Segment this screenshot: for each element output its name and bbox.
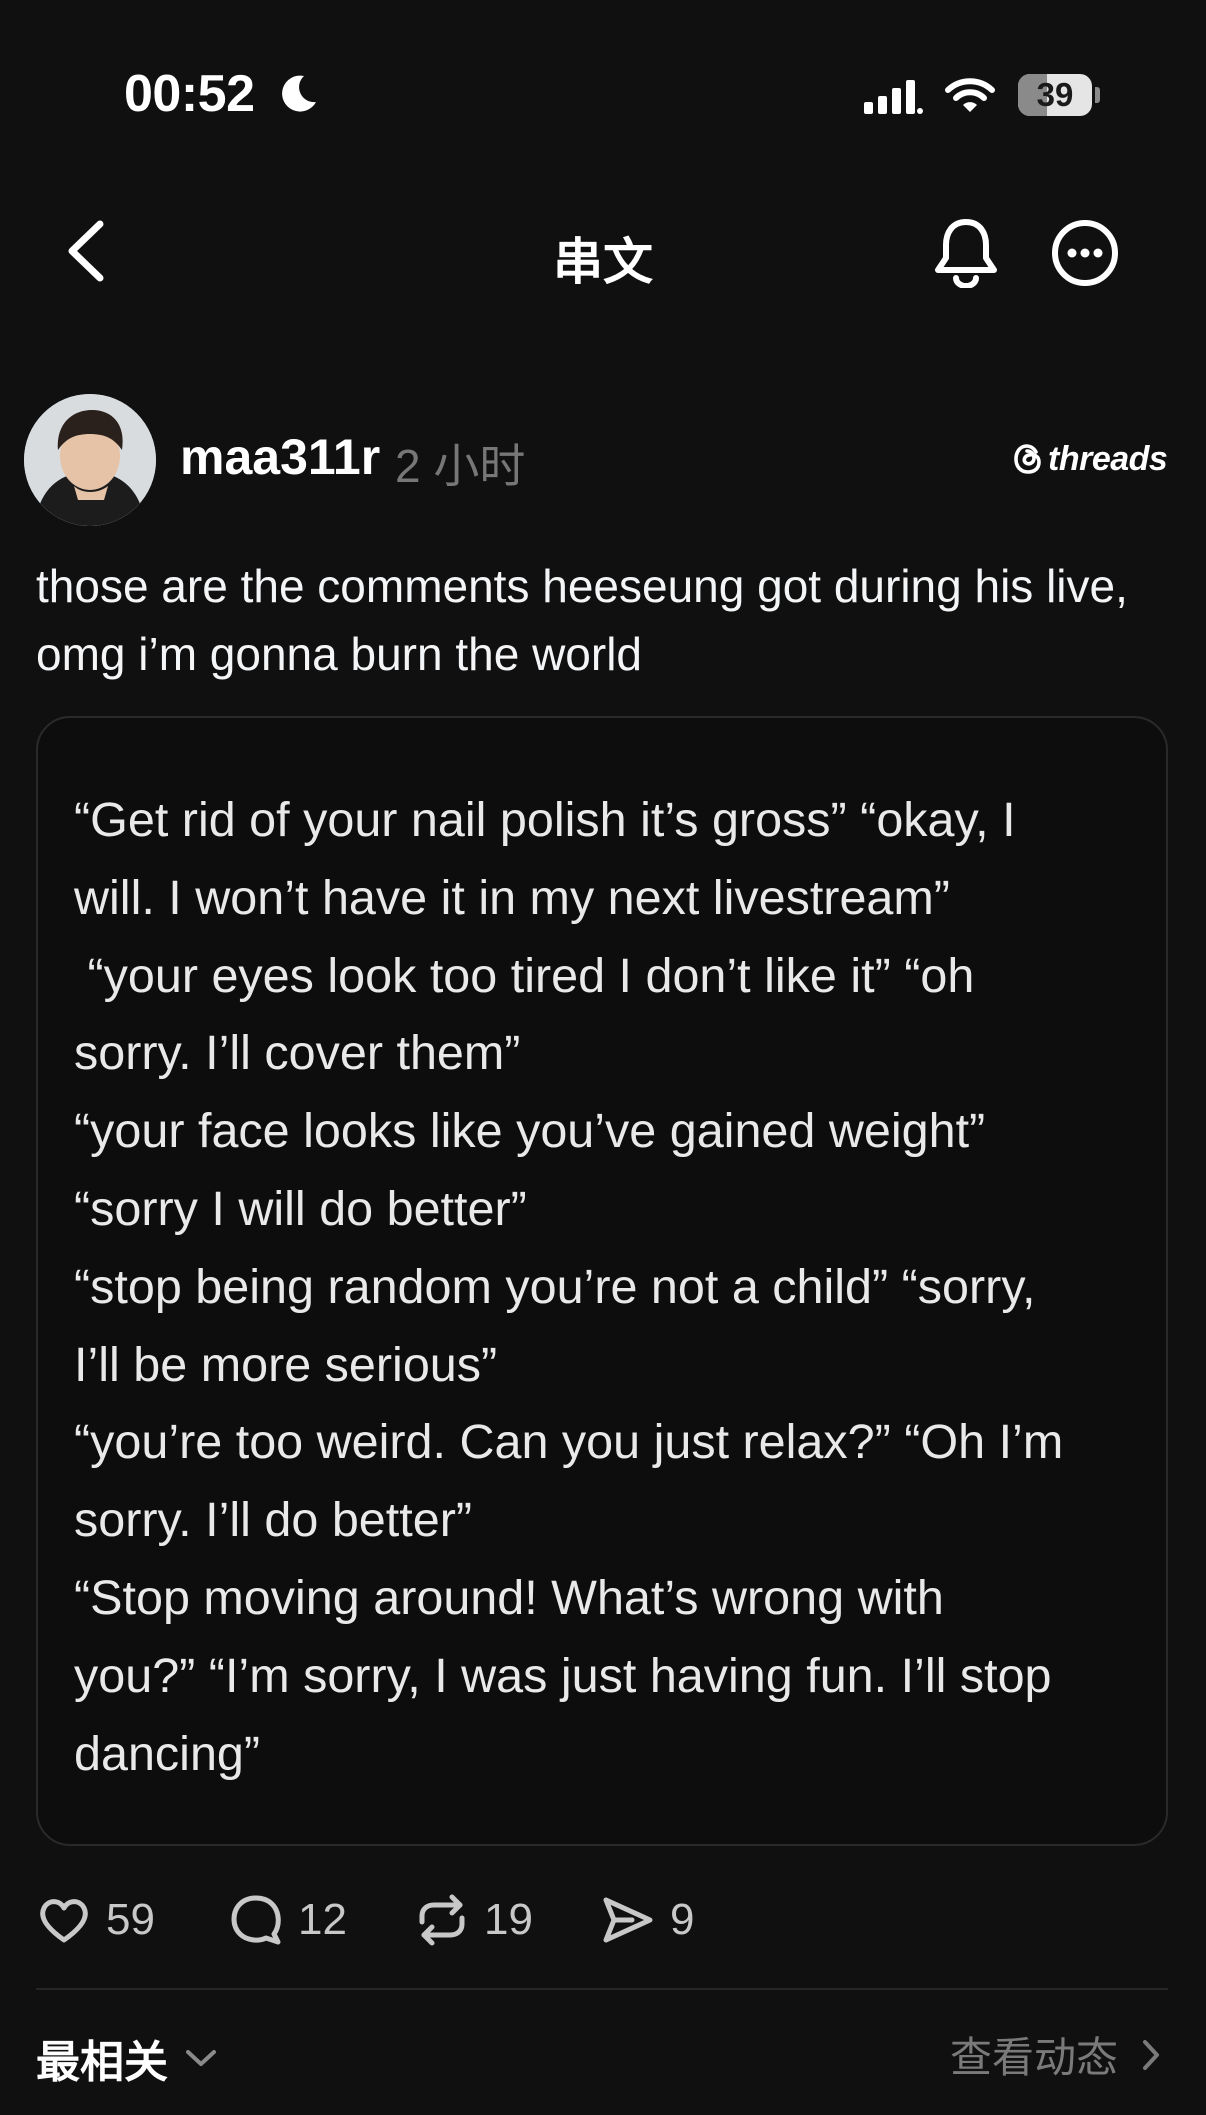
more-dots-icon[interactable] bbox=[1050, 218, 1120, 288]
repost-count: 19 bbox=[484, 1895, 533, 1944]
battery-level: 39 bbox=[1036, 76, 1074, 113]
threads-logo: threads bbox=[1012, 438, 1168, 480]
wifi-icon bbox=[945, 78, 995, 112]
chevron-right-icon bbox=[1143, 2039, 1160, 2070]
like-button[interactable]: 59 bbox=[36, 1890, 155, 1950]
repost-icon bbox=[419, 1894, 465, 1946]
cellular-signal-icon bbox=[864, 80, 923, 114]
avatar[interactable] bbox=[24, 394, 156, 526]
post-image-text: “Get rid of your nail polish it’s gross”… bbox=[74, 793, 1064, 1781]
heart-icon bbox=[40, 1899, 88, 1943]
post-text: those are the comments heeseung got duri… bbox=[36, 560, 1128, 680]
username[interactable]: maa311r bbox=[180, 428, 380, 486]
post-timestamp: 2 小时 bbox=[395, 440, 526, 492]
divider bbox=[36, 1988, 1168, 1990]
sort-label: 最相关 bbox=[36, 2038, 168, 2087]
threads-wordmark: threads bbox=[1048, 439, 1168, 478]
comment-bubble-icon bbox=[231, 1895, 281, 1945]
comment-count: 12 bbox=[298, 1895, 347, 1944]
comment-button[interactable]: 12 bbox=[228, 1890, 347, 1950]
like-count: 59 bbox=[106, 1895, 155, 1944]
share-button[interactable]: 9 bbox=[600, 1890, 694, 1950]
page-title: 串文 bbox=[553, 234, 653, 290]
view-activity-link[interactable]: 查看动态 bbox=[950, 2024, 1162, 2085]
sort-dropdown[interactable]: 最相关 bbox=[36, 2026, 218, 2090]
send-icon bbox=[603, 1897, 653, 1943]
activity-label: 查看动态 bbox=[950, 2034, 1119, 2081]
share-count: 9 bbox=[670, 1895, 695, 1944]
repost-button[interactable]: 19 bbox=[414, 1890, 533, 1950]
status-time: 00:52 bbox=[124, 65, 255, 123]
threads-at-icon bbox=[1014, 444, 1041, 474]
battery-icon: 39 bbox=[1018, 74, 1102, 118]
avatar-image bbox=[24, 394, 156, 526]
chevron-down-icon bbox=[186, 2050, 216, 2066]
moon-icon bbox=[282, 75, 316, 112]
bell-icon[interactable] bbox=[932, 216, 1000, 288]
